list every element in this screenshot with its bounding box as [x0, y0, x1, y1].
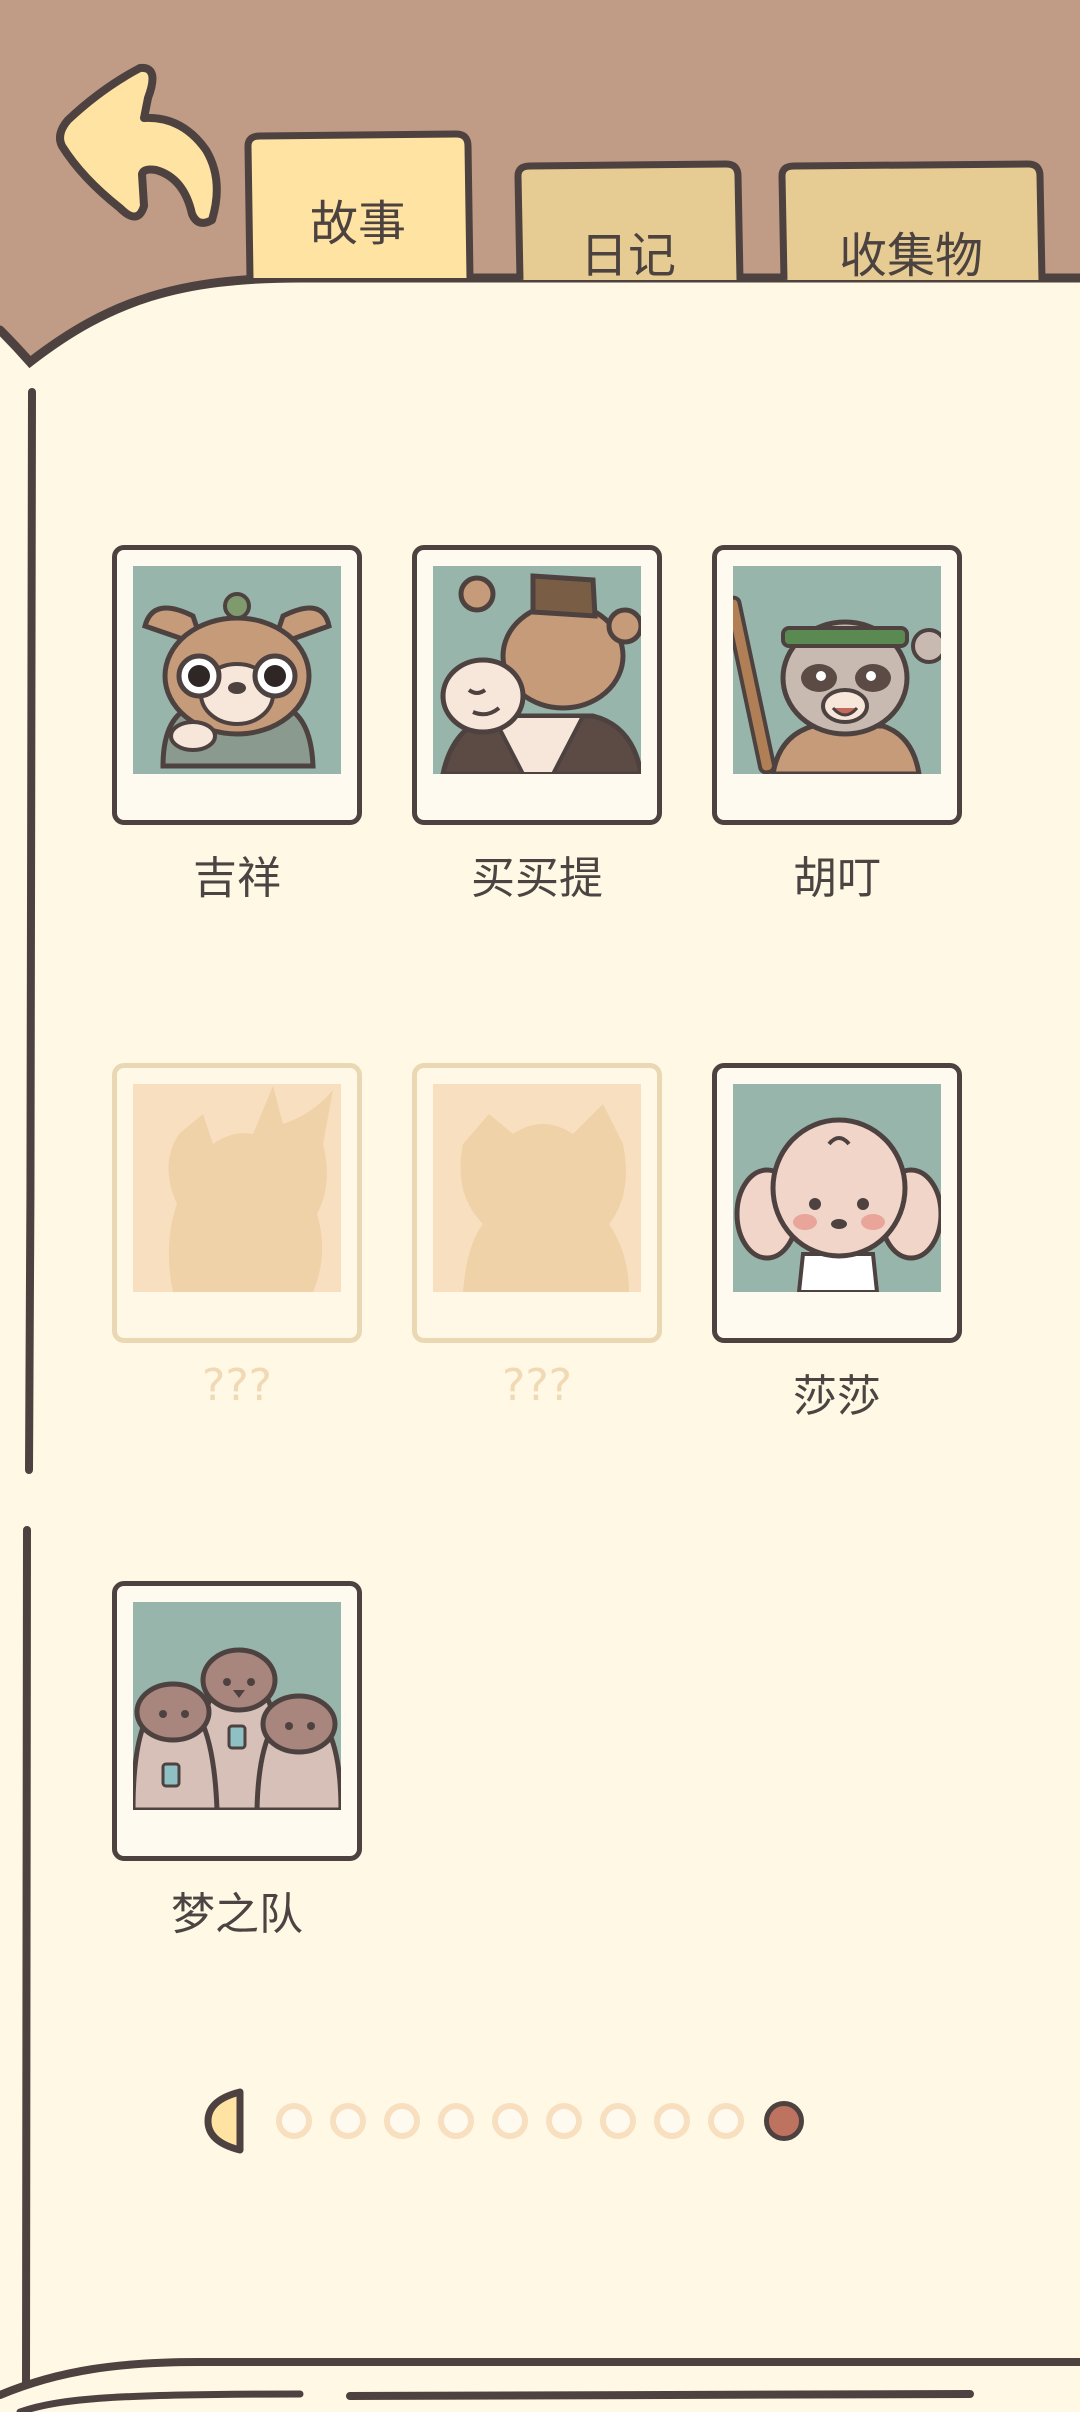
- character-name: ???: [501, 1360, 573, 1411]
- character-name: 吉祥: [193, 853, 281, 904]
- back-button[interactable]: [52, 58, 242, 238]
- spine-line-lower: [22, 1526, 31, 2389]
- character-card-dream-team[interactable]: [112, 1581, 362, 1861]
- character-card-locked[interactable]: [412, 1063, 662, 1343]
- penguins-portrait: [133, 1602, 341, 1810]
- character-card-locked[interactable]: [112, 1063, 362, 1343]
- page-prev-button[interactable]: [200, 2086, 250, 2156]
- page-dot-current[interactable]: [764, 2101, 804, 2141]
- tab-collectibles-label: 收集物: [838, 228, 983, 284]
- silhouette-portrait: [133, 1084, 341, 1292]
- page-dot[interactable]: [708, 2103, 744, 2139]
- chihuahua-portrait: [133, 566, 341, 774]
- tab-story-label: 故事: [309, 196, 406, 252]
- tab-diary[interactable]: 日记: [512, 160, 744, 284]
- character-name: 胡叮: [793, 853, 881, 904]
- tab-diary-label: 日记: [579, 228, 676, 284]
- character-name: 莎莎: [793, 1371, 881, 1422]
- poodle-portrait: [733, 1084, 941, 1292]
- camel-portrait: [433, 566, 641, 774]
- character-name: 买买提: [471, 853, 603, 904]
- curved-back-arrow-icon: [56, 63, 221, 227]
- character-card-shasha[interactable]: [712, 1063, 962, 1343]
- page-dot[interactable]: [384, 2103, 420, 2139]
- raccoon-portrait: [733, 566, 941, 774]
- page-dot[interactable]: [492, 2103, 528, 2139]
- spine-line-upper: [25, 388, 36, 1474]
- character-card-huding[interactable]: [712, 545, 962, 825]
- page-dot[interactable]: [438, 2103, 474, 2139]
- character-name: 梦之队: [171, 1889, 303, 1940]
- character-card-jixiang[interactable]: [112, 545, 362, 825]
- page-dot[interactable]: [600, 2103, 636, 2139]
- half-moon-prev-icon: [204, 2088, 244, 2154]
- tab-story[interactable]: 故事: [242, 128, 474, 283]
- page-dot[interactable]: [546, 2103, 582, 2139]
- page-dot[interactable]: [654, 2103, 690, 2139]
- silhouette-portrait: [433, 1084, 641, 1292]
- character-name: ???: [201, 1360, 273, 1411]
- page-bottom-edge-3: [346, 2390, 974, 2400]
- character-card-maimaiti[interactable]: [412, 545, 662, 825]
- page-dot[interactable]: [276, 2103, 312, 2139]
- page-dot[interactable]: [330, 2103, 366, 2139]
- tab-collectibles[interactable]: 收集物: [776, 160, 1046, 284]
